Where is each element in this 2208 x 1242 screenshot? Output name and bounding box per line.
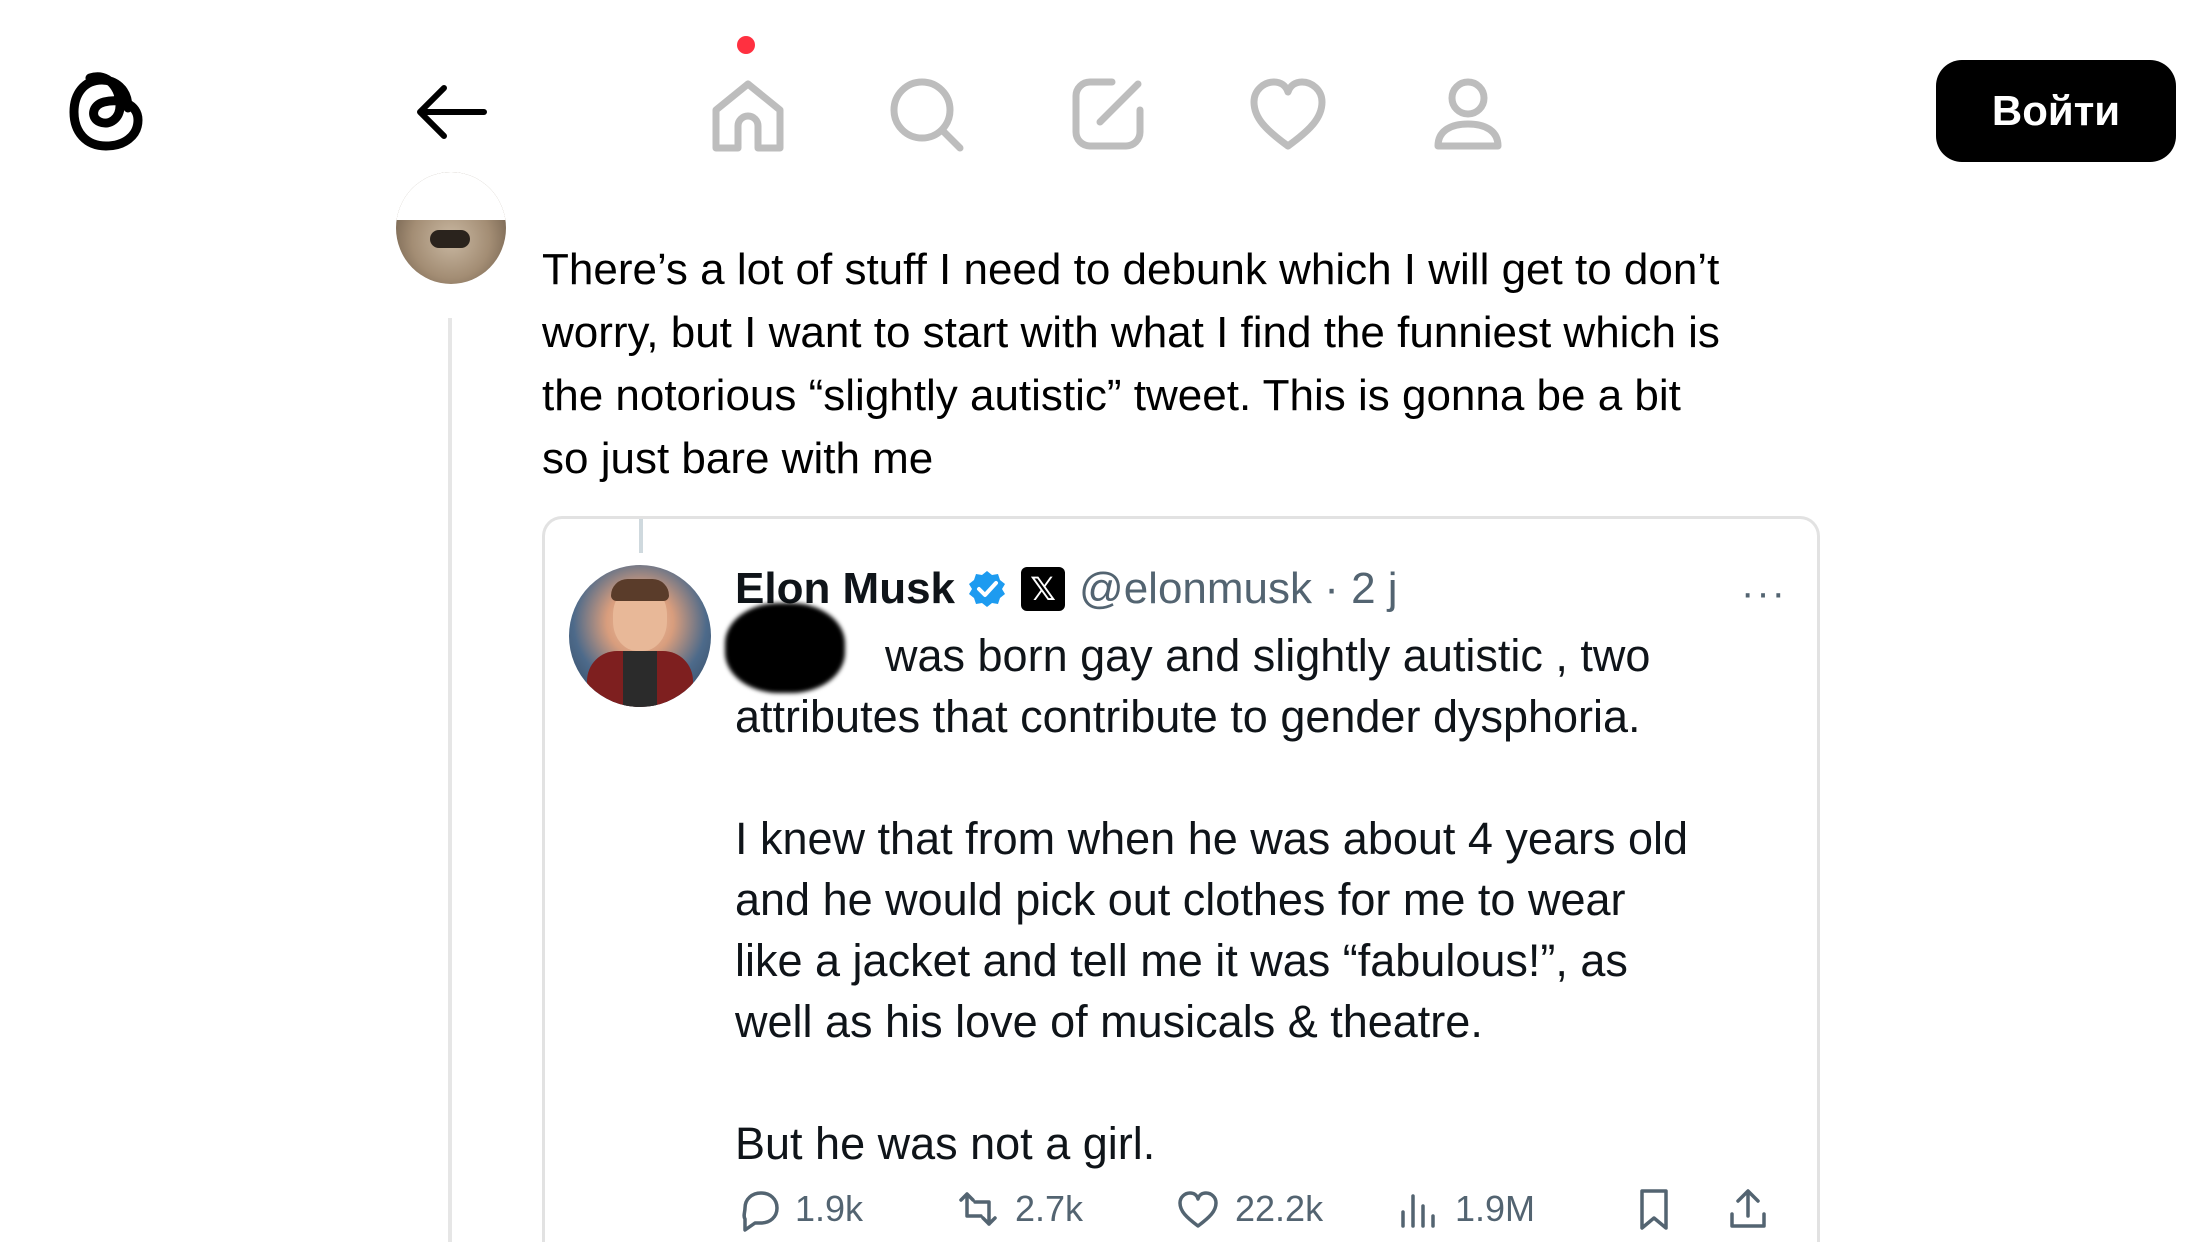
more-options-icon: ··· — [1741, 571, 1787, 615]
home-icon[interactable] — [706, 72, 790, 156]
compose-icon[interactable] — [1066, 72, 1150, 156]
tweet-actions: 1.9k 2.7k 22.2k 1.9M — [735, 1179, 1799, 1239]
login-button[interactable]: Войти — [1936, 60, 2176, 162]
bookmark-stat — [1631, 1179, 1691, 1239]
avatar-glasses — [430, 230, 470, 248]
tweet-thread-connector — [639, 519, 643, 553]
x-logo-icon: 𝕏 — [1021, 567, 1066, 611]
author-avatar[interactable] — [396, 172, 506, 284]
top-navigation: Войти — [0, 0, 2208, 220]
profile-icon[interactable] — [1426, 72, 1510, 156]
views-stat: 1.9M — [1395, 1179, 1535, 1239]
notification-dot — [737, 36, 755, 54]
verified-badge-icon — [969, 571, 1006, 607]
bookmark-icon — [1640, 1189, 1668, 1230]
like-count: 22.2k — [1235, 1188, 1324, 1229]
like-icon — [1178, 1191, 1218, 1228]
redaction-scribble — [725, 603, 845, 693]
reply-count: 1.9k — [795, 1188, 864, 1229]
share-stat — [1725, 1179, 1785, 1239]
avatar-top-cutoff — [396, 172, 506, 220]
threads-logo-icon[interactable] — [58, 58, 154, 166]
share-icon — [1730, 1189, 1766, 1228]
thread-line — [448, 318, 452, 1242]
search-icon[interactable] — [884, 72, 968, 156]
tweet-author-avatar — [569, 565, 711, 707]
reply-icon — [742, 1191, 779, 1232]
tweet-text: was born gay and slightly autistic , two… — [735, 630, 1689, 1169]
views-count: 1.9M — [1455, 1188, 1536, 1229]
repost-icon — [959, 1192, 997, 1226]
tweet-handle-time: @elonmusk · 2 j — [1079, 564, 1398, 613]
back-arrow-icon[interactable] — [410, 80, 490, 144]
repost-count: 2.7k — [1015, 1188, 1084, 1229]
embedded-tweet-image[interactable]: Elon Musk 𝕏 @elonmusk · 2 j ··· was born… — [542, 516, 1820, 1242]
avatar-armor-center — [623, 651, 657, 707]
views-icon — [1401, 1194, 1435, 1228]
reply-stat: 1.9k — [735, 1179, 863, 1239]
like-stat: 22.2k — [1175, 1179, 1323, 1239]
threads-post-page: Войти There’s a lot of stuff I need to d… — [0, 0, 2208, 1242]
repost-stat: 2.7k — [955, 1179, 1083, 1239]
post-text: There’s a lot of stuff I need to debunk … — [542, 245, 1720, 483]
avatar-hair — [611, 579, 669, 601]
heart-icon[interactable] — [1246, 72, 1330, 156]
tweet-header: Elon Musk 𝕏 @elonmusk · 2 j — [735, 559, 1398, 619]
